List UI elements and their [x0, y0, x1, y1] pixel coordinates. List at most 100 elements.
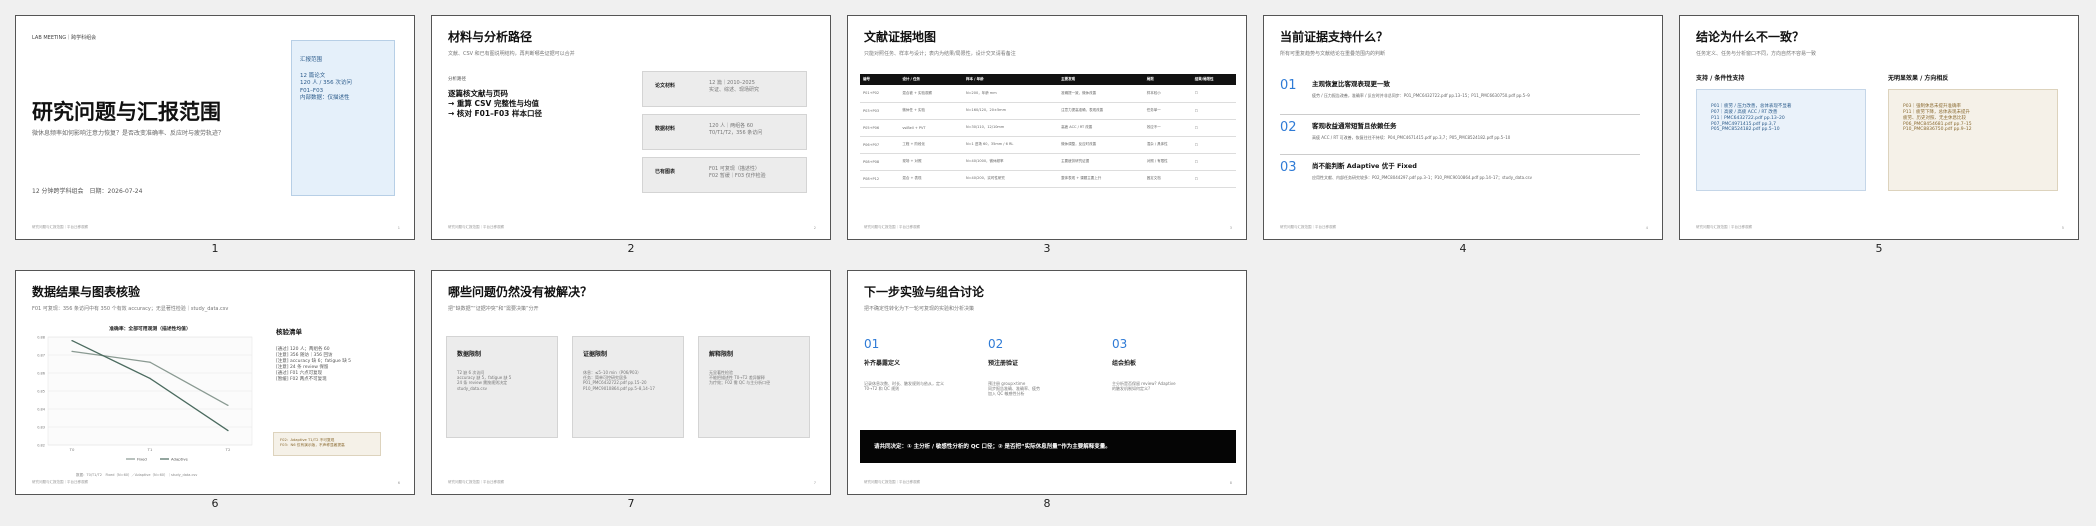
material-card-papers: 论文材料 12 篇｜2010–2025 实证、综述、现场研究	[642, 71, 807, 107]
page-number: 3	[1229, 226, 1232, 230]
table-row: P05+P06 vsiBell + PVT N=30/110，12/10mm 高疲 A…	[860, 119, 1236, 137]
support-panel: P01｜疲劳 / 压力改善，总体表现不显著 P07｜高疲 / 高疲 ACC / …	[1696, 89, 1866, 191]
data-point-fixed	[227, 404, 229, 406]
checklist-title: 核验清单	[276, 328, 302, 336]
slide-footer: 研究问题与汇报范围｜平台迁移观察	[864, 225, 920, 229]
slide-thumbnail-3[interactable]: 文献证据地图 只能对照任务、样本与设计；表内为结果/局限性，设计交叉请看备注 编…	[847, 15, 1247, 240]
meeting-meta: 12 分钟跨学科组会 日期：2026-07-24	[32, 188, 143, 195]
slide-subtitle: 把“缺数据”“证据冲突”和“需要决策”分开	[448, 306, 539, 312]
material-card-figures: 已有图表 F01 可复现（描述性） F02 暂缓｜F03 仅作检验	[642, 157, 807, 193]
slide-subtitle: 微休息频率如何影响注意力恢复？是否改变准确率、反应时与疲劳轨迹？	[32, 130, 225, 137]
chart-title: 准确率：全部可用观测（描述性均值）	[109, 325, 191, 332]
slide-number-label: 5	[1875, 242, 1883, 255]
slide-footer: 研究问题与汇报范围｜平台迁移观察	[32, 480, 88, 484]
analysis-path: 逐篇核文献与页码 → 重算 CSV 完整性与均值 → 核对 F01–F03 样本…	[448, 89, 542, 118]
scope-panel: 汇报范围 12 篇论文 120 人 / 356 次访问 F01–F03 内部数据…	[291, 40, 395, 196]
accuracy-line-chart: 准确率：全部可用观测（描述性均值） 0.88 0.87 0.86 0.85 0.84 0.8…	[37, 325, 253, 461]
support-column-title: 支持 / 条件性支持	[1696, 75, 1745, 82]
slide-footer: 研究问题与汇报范围｜平台迁移观察	[864, 480, 920, 484]
divider	[1280, 154, 1640, 155]
slide-number-label: 3	[1043, 242, 1051, 255]
scope-title: 汇报范围	[300, 57, 323, 63]
slide-title: 材料与分析路径	[448, 30, 533, 44]
limit-card-data: 数据限制 T2 缺 6 次访问 accuracy 缺 5，fatigue 缺 52…	[446, 336, 558, 438]
slide-subtitle: 所有可重复趋势与文献结论在重叠范围内的判断	[1280, 51, 1386, 57]
checkbox-icon: ☐	[1191, 136, 1236, 154]
slide-subtitle: 只能对照任务、样本与设计；表内为结果/局限性，设计交叉请看备注	[864, 51, 1016, 57]
slide-subtitle: F01 可复现：356 条访问中有 350 个有效 accuracy；无显著性检…	[32, 306, 229, 312]
page-number: 2	[813, 226, 816, 230]
table-row: P01+P02 混合被 + 实验观察 N=200，年龄 mm 准确提一致，微休改善 样本…	[860, 85, 1236, 103]
data-point-fixed	[71, 350, 73, 352]
table-row: P08+P08 现场 + 对照 N=40/1000，微休频率 主要疲劳研究证据 对照 /…	[860, 153, 1236, 171]
y-tick-label: 0.85	[37, 390, 45, 394]
slide-footer: 研究问题与汇报范围｜平台迁移观察	[32, 225, 88, 229]
slide-footer: 研究问题与汇报范围｜平台迁移观察	[448, 480, 504, 484]
slide-number-label: 6	[211, 497, 219, 510]
slide-thumbnail-2[interactable]: 材料与分析路径 文献、CSV 和已有图说明结构，再判断哪些证据可以合并 分析路径…	[431, 15, 831, 240]
slide-subtitle: 任务定义、任务与分析窗口不同，方向自然不容易一致	[1696, 51, 1817, 57]
slide-footer: 研究问题与汇报范围｜平台迁移观察	[1280, 225, 1336, 229]
limit-card-interpretation: 解释限制 无显著性检验 不能把描述性 T0→T2 差异解释 为疗效；F02 需 QC…	[698, 336, 810, 438]
x-tick-label: T2	[225, 447, 231, 452]
slide-title: 数据结果与图表核验	[32, 285, 141, 299]
slide-thumbnail-6[interactable]: 数据结果与图表核验 F01 可复现：356 条访问中有 350 个有效 accu…	[15, 270, 415, 495]
page-number: 1	[397, 226, 400, 230]
slide-number-label: 1	[211, 242, 219, 255]
page-number: 5	[2061, 226, 2064, 230]
chart-note: F02：Adaptive T1/T2 不可复现 F03：N6 仅有演示版，不声称…	[273, 432, 381, 456]
slide-title: 下一步实验与组合讨论	[864, 285, 985, 299]
y-tick-label: 0.84	[37, 408, 46, 412]
oppose-panel: P03｜强制休息未提升准确率 P11｜疲劳下降，总体表现未提升 疲劳、历史对照、…	[1888, 89, 2058, 191]
page-number: 7	[813, 481, 816, 485]
data-point-adaptive	[71, 340, 73, 342]
x-tick-label: T1	[147, 447, 153, 452]
checkbox-icon: ☐	[1191, 153, 1236, 171]
decision-banner: 请共同决定：① 主分析 / 敏感性分析的 QC 口径；② 是否把“实际休息剂量”…	[860, 430, 1236, 463]
divider	[1280, 114, 1640, 115]
table-header-row: 编号 设计 / 任务 样本 / 年龄 主要发现 局限 结果/局限性	[860, 74, 1236, 85]
slide-thumbnail-8[interactable]: 下一步实验与组合讨论 把不确定性转化为下一轮可复现的实验和分析决策 01 补齐暴…	[847, 270, 1247, 495]
slide-number-label: 7	[627, 497, 635, 510]
evidence-table: 编号 设计 / 任务 样本 / 年龄 主要发现 局限 结果/局限性 P01+P02 混合被…	[860, 74, 1236, 188]
checkbox-icon: ☐	[1191, 102, 1236, 120]
slide-title: 研究问题与汇报范围	[32, 100, 221, 124]
slide-number-label: 2	[627, 242, 635, 255]
slide-title: 当前证据支持什么？	[1280, 30, 1389, 44]
slide-subtitle: 把不确定性转化为下一轮可复现的实验和分析决策	[864, 306, 975, 312]
legend-label-fixed: Fixed	[137, 456, 147, 461]
slide-number-label: 8	[1043, 497, 1051, 510]
y-tick-label: 0.88	[37, 336, 45, 340]
slide-title: 文献证据地图	[864, 30, 937, 44]
slide-title: 哪些问题仍然没有被解决？	[448, 285, 593, 299]
oppose-column-title: 无明显效果 / 方向相反	[1888, 75, 1949, 82]
data-point-fixed	[149, 361, 151, 363]
slide-footer: 研究问题与汇报范围｜平台迁移观察	[448, 225, 504, 229]
slide-kicker: LAB MEETING｜跨学科组会	[32, 35, 97, 41]
slide-thumbnail-4[interactable]: 当前证据支持什么？ 所有可重复趋势与文献结论在重叠范围内的判断 01 主观恢复比…	[1263, 15, 1663, 240]
checkbox-icon: ☐	[1191, 85, 1236, 103]
slide-footer: 研究问题与汇报范围｜平台迁移观察	[1696, 225, 1752, 229]
y-tick-label: 0.86	[37, 372, 45, 376]
data-point-adaptive	[149, 377, 151, 379]
checkbox-icon: ☐	[1191, 170, 1236, 188]
y-tick-label: 0.82	[37, 444, 45, 448]
slide-number-label: 4	[1459, 242, 1467, 255]
checklist: [通过] 120 人；两组各 60 [注意] 356 随访｜356 回访 [注意…	[276, 347, 351, 383]
scope-lines: 12 篇论文 120 人 / 356 次访问 F01–F03 内部数据：仅描述性	[300, 73, 352, 102]
page-number: 4	[1645, 226, 1648, 230]
page-number: 8	[1229, 481, 1232, 485]
legend-label-adaptive: Adaptive	[171, 456, 188, 461]
y-tick-label: 0.87	[37, 354, 45, 358]
slide-thumbnail-1[interactable]: LAB MEETING｜跨学科组会 研究问题与汇报范围 微休息频率如何影响注意力…	[15, 15, 415, 240]
limit-card-evidence: 证据限制 休息：≤5–10 min（P06/P03） 任务：简单可控研究居多 P01…	[572, 336, 684, 438]
table-row: P08+P12 混合 + 表现 N=40/200，实时性研究 整体表现 + 课题主要上…	[860, 170, 1236, 188]
checkbox-icon: ☐	[1191, 119, 1236, 137]
chart-source: 数据：T0/T1/T2 Fixed（N=60）／Adaptive（N=60）｜s…	[76, 473, 198, 477]
slide-thumbnail-7[interactable]: 哪些问题仍然没有被解决？ 把“缺数据”“证据冲突”和“需要决策”分开 数据限制 …	[431, 270, 831, 495]
slide-thumbnail-5[interactable]: 结论为什么不一致？ 任务定义、任务与分析窗口不同，方向自然不容易一致 支持 / …	[1679, 15, 2079, 240]
slide-title: 结论为什么不一致？	[1696, 30, 1805, 44]
checklist-item: [暂缓] F02 两点不可复现	[276, 377, 327, 383]
table-row: P06+P07 工程 + 阶段化 N=1 进场 60，35mm / 6 RL 微休调整…	[860, 136, 1236, 154]
table-row: P03+P03 微休任 + 实验 N=160/120，20±5mm 注意力提高准确，表…	[860, 102, 1236, 120]
